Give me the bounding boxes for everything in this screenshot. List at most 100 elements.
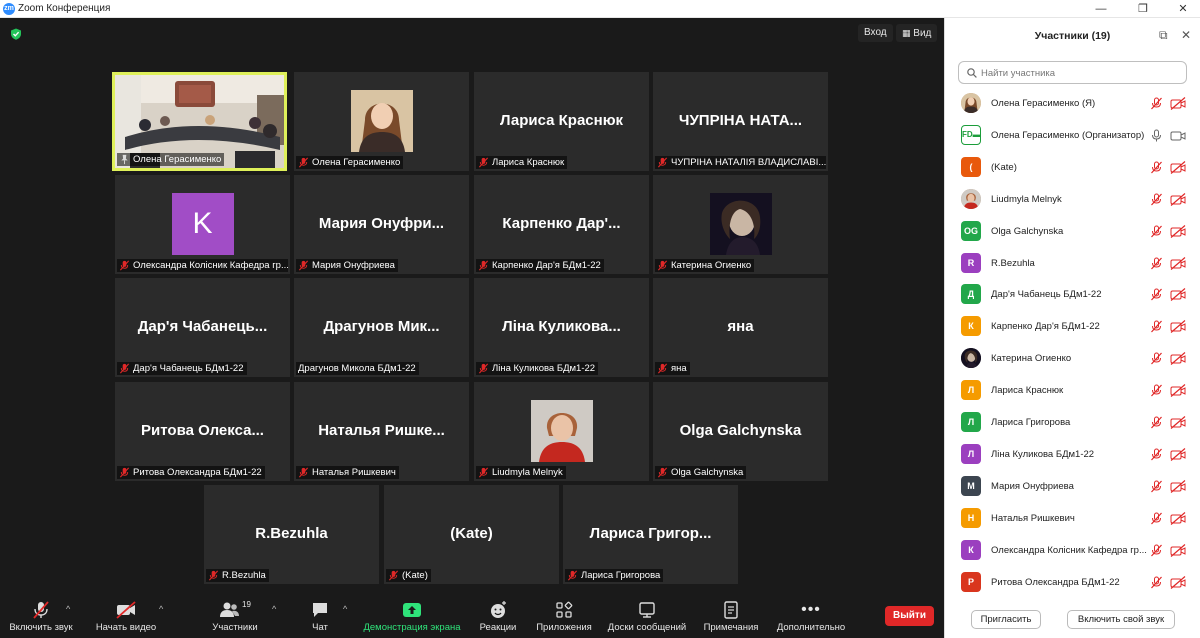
mic-muted-icon[interactable] [1150, 480, 1163, 493]
mic-muted-icon[interactable] [1150, 161, 1163, 174]
video-tile[interactable]: Наталья Ришке... Наталья Ришкевич [294, 382, 469, 481]
chat-button[interactable]: Чат [300, 600, 340, 636]
participant-row[interactable]: Олена Герасименко (Я) [945, 88, 1200, 120]
video-options-caret-icon[interactable]: ^ [159, 604, 163, 614]
video-tile[interactable]: (Kate) (Kate) [384, 485, 559, 584]
leave-meeting-button[interactable]: Выйти [885, 606, 934, 626]
participant-row[interactable]: К Олександра Колісник Кафедра гр... [945, 535, 1200, 567]
video-tile[interactable]: Ритова Олекса... Ритова Олександра БДм1-2… [115, 382, 290, 481]
mic-muted-icon[interactable] [1150, 352, 1163, 365]
camera-off-icon[interactable] [1170, 256, 1186, 270]
apps-button[interactable]: Приложения [532, 600, 596, 636]
camera-off-icon[interactable] [1170, 479, 1186, 493]
security-shield-icon[interactable] [10, 28, 22, 40]
participant-row[interactable]: М Мария Онуфриева [945, 471, 1200, 503]
view-button[interactable]: ▦ Вид [896, 24, 938, 42]
participant-row[interactable]: Л Лариса Краснюк [945, 375, 1200, 407]
video-tile[interactable]: R.Bezuhla R.Bezuhla [204, 485, 379, 584]
participant-row[interactable]: Д Дар'я Чабанець БДм1-22 [945, 279, 1200, 311]
reactions-button[interactable]: Реакции [476, 600, 520, 636]
invite-button[interactable]: Пригласить [971, 610, 1041, 629]
start-video-button[interactable]: Начать видео [92, 600, 160, 636]
tile-display-name: Лариса Григор... [589, 525, 712, 542]
camera-off-icon[interactable] [1170, 97, 1186, 110]
mic-muted-icon[interactable] [1150, 576, 1163, 589]
participant-logo-avatar: FD▬ [961, 124, 981, 145]
video-tile[interactable]: K Олександра Колісник Кафедра гр... [115, 175, 290, 274]
whiteboards-button[interactable]: Доски сообщений [604, 600, 690, 636]
popout-icon[interactable]: ⧉ [1159, 29, 1171, 41]
camera-off-icon[interactable] [1170, 352, 1186, 366]
video-tile[interactable]: Лариса Краснюк Лариса Краснюк [474, 72, 649, 171]
chat-options-caret-icon[interactable]: ^ [343, 604, 347, 614]
mic-muted-icon[interactable] [1150, 97, 1163, 110]
video-tile[interactable]: ЧУПРІНА НАТА... ЧУПРІНА НАТАЛІЯ ВЛАДИСЛАВ… [653, 72, 828, 171]
video-tile[interactable]: Олена Герасименко [294, 72, 469, 171]
video-tile[interactable]: Лариса Григор... Лариса Григорова [563, 485, 738, 584]
more-button[interactable]: ••• Дополнительно [772, 600, 850, 636]
mic-muted-icon[interactable] [1150, 512, 1163, 525]
camera-off-icon[interactable] [1170, 288, 1186, 302]
video-tile[interactable]: Ліна Куликова... Ліна Куликова БДм1-22 [474, 278, 649, 377]
camera-off-icon[interactable] [1170, 384, 1186, 398]
participant-row[interactable]: R R.Bezuhla [945, 248, 1200, 280]
video-tile[interactable]: яна яна [653, 278, 828, 377]
participant-row[interactable]: Н Наталья Ришкевич [945, 503, 1200, 535]
camera-off-icon[interactable] [1170, 160, 1186, 174]
video-tile[interactable]: Олена Герасименко [112, 72, 287, 171]
search-participant-box[interactable] [958, 61, 1187, 84]
participant-row[interactable]: ((Kate) [945, 152, 1200, 184]
participant-row[interactable]: Р Ритова Олександра БДм1-22 [945, 567, 1200, 599]
participant-row[interactable]: FD▬ Олена Герасименко (Организатор) [945, 120, 1200, 152]
video-tile[interactable]: Драгунов Мик... Драгунов Микола БДм1-22 [294, 278, 469, 377]
camera-off-icon[interactable] [1170, 575, 1186, 589]
participant-avatar: К [961, 316, 981, 337]
video-tile[interactable]: Olga Galchynska Olga Galchynska [653, 382, 828, 481]
camera-off-icon[interactable] [1170, 447, 1186, 461]
participants-button[interactable]: 19 Участники [204, 600, 266, 636]
mic-muted-icon[interactable] [1150, 288, 1163, 301]
camera-off-icon[interactable] [1170, 192, 1186, 206]
mic-muted-icon [657, 467, 668, 478]
close-window-icon[interactable]: ✕ [1168, 1, 1198, 17]
participant-row[interactable]: Катерина Огиенко [945, 343, 1200, 375]
mic-muted-icon[interactable] [1150, 320, 1163, 333]
camera-off-icon[interactable] [1170, 543, 1186, 557]
mic-on-icon[interactable] [1150, 129, 1163, 142]
camera-off-icon[interactable] [1170, 416, 1186, 429]
close-panel-icon[interactable]: ✕ [1181, 29, 1193, 41]
camera-off-icon[interactable] [1170, 224, 1186, 238]
notes-button[interactable]: Примечания [700, 600, 762, 636]
exit-fullscreen-button[interactable]: Вход [858, 24, 893, 42]
tile-name-label: R.Bezuhla [206, 569, 269, 582]
maximize-icon[interactable]: ❐ [1128, 1, 1158, 17]
mic-muted-icon[interactable] [1150, 384, 1163, 397]
video-tile[interactable]: Мария Онуфри... Мария Онуфриева [294, 175, 469, 274]
share-screen-button[interactable]: Демонстрация экрана [360, 600, 464, 636]
audio-options-caret-icon[interactable]: ^ [66, 604, 70, 614]
minimize-icon[interactable]: — [1086, 1, 1116, 17]
participant-row[interactable]: Л Лариса Григорова [945, 407, 1200, 439]
video-tile[interactable]: Карпенко Дар'... Карпенко Дар'я БДм1-22 [474, 175, 649, 274]
apps-label: Приложения [536, 622, 592, 633]
participant-row[interactable]: Л Ліна Куликова БДм1-22 [945, 439, 1200, 471]
participant-row[interactable]: Liudmyla Melnyk [945, 184, 1200, 216]
participant-row[interactable]: К Карпенко Дар'я БДм1-22 [945, 311, 1200, 343]
participant-avatar: Л [961, 412, 981, 432]
mic-muted-icon[interactable] [1150, 544, 1163, 557]
participant-row[interactable]: OG Olga Galchynska [945, 216, 1200, 248]
camera-off-icon[interactable] [1170, 320, 1186, 334]
mic-muted-icon[interactable] [1150, 257, 1163, 270]
search-participant-input[interactable] [981, 65, 1181, 81]
mic-muted-icon[interactable] [1150, 448, 1163, 461]
mic-muted-icon[interactable] [1150, 416, 1163, 429]
mic-muted-icon[interactable] [1150, 193, 1163, 206]
unmute-self-button[interactable]: Включить свой звук [1067, 610, 1175, 629]
video-tile[interactable]: Катерина Огиенко [653, 175, 828, 274]
video-tile[interactable]: Дар'я Чабанець... Дар'я Чабанець БДм1-22 [115, 278, 290, 377]
mic-muted-icon[interactable] [1150, 225, 1163, 238]
camera-on-icon[interactable] [1170, 129, 1186, 142]
video-tile[interactable]: Liudmyla Melnyk [474, 382, 649, 481]
camera-off-icon[interactable] [1170, 511, 1186, 525]
participants-options-caret-icon[interactable]: ^ [272, 604, 276, 614]
